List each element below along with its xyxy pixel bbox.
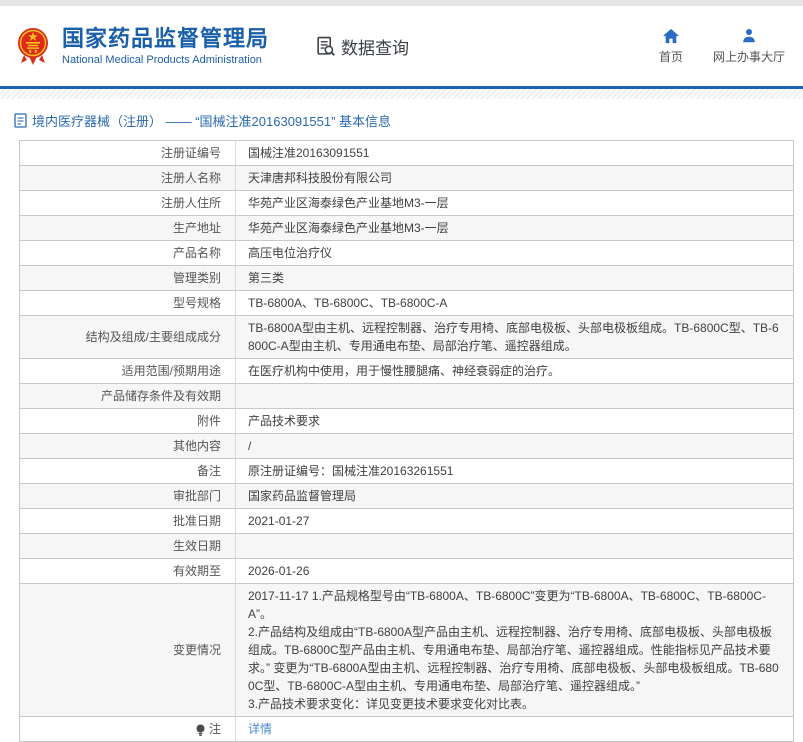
row-value: TB-6800A、TB-6800C、TB-6800C-A [235,291,793,315]
table-row-storage-conditions: 产品储存条件及有效期 [20,384,793,409]
agency-subtitle: National Medical Products Administration [62,54,269,67]
row-label: 管理类别 [20,266,235,290]
table-row-registrant-address: 注册人住所 华苑产业区海泰绿色产业基地M3-一层 [20,191,793,216]
table-row-production-address: 生产地址 华苑产业区海泰绿色产业基地M3-一层 [20,216,793,241]
site-header: 国家药品监督管理局 National Medical Products Admi… [0,6,803,86]
agency-title: 国家药品监督管理局 [62,26,269,51]
row-label: 注册证编号 [20,141,235,165]
row-value: TB-6800A型由主机、远程控制器、治疗专用椅、底部电极板、头部电极板组成。T… [235,316,793,358]
table-row-remarks: 备注 原注册证编号：国械注准20163261551 [20,459,793,484]
table-row-structure-composition: 结构及组成/主要组成成分 TB-6800A型由主机、远程控制器、治疗专用椅、底部… [20,316,793,359]
data-query-label: 数据查询 [341,34,409,59]
table-row-intended-use: 适用范围/预期用途 在医疗机构中使用，用于慢性腰腿痛、神经衰弱症的治疗。 [20,359,793,384]
row-label: 生效日期 [20,534,235,558]
row-label: 注册人住所 [20,191,235,215]
agency-title-block: 国家药品监督管理局 National Medical Products Admi… [62,26,269,67]
row-value: / [235,434,793,458]
row-value: 在医疗机构中使用，用于慢性腰腿痛、神经衰弱症的治疗。 [235,359,793,383]
table-row-attachment: 附件 产品技术要求 [20,409,793,434]
row-value: 原注册证编号：国械注准20163261551 [235,459,793,483]
main-content: 境内医疗器械（注册） —— “国械注准20163091551” 基本信息 注册证… [0,99,803,742]
breadcrumb-text: 境内医疗器械（注册） —— “国械注准20163091551” 基本信息 [32,111,391,130]
note-label: 注 [209,720,221,738]
table-row-other-content: 其他内容 / [20,434,793,459]
row-label: 注 [20,717,235,741]
row-value: 2026-01-26 [235,559,793,583]
row-label: 变更情况 [20,584,235,716]
row-label: 适用范围/预期用途 [20,359,235,383]
table-row-expiry-date: 有效期至 2026-01-26 [20,559,793,584]
data-query-entry[interactable]: 数据查询 [315,34,409,59]
row-label: 备注 [20,459,235,483]
nav-online-hall-label: 网上办事大厅 [713,48,785,65]
registration-info-table: 注册证编号 国械注准20163091551 注册人名称 天津唐邦科技股份有限公司… [19,140,794,742]
document-search-icon [315,36,336,57]
row-label: 注册人名称 [20,166,235,190]
table-row-model-spec: 型号规格 TB-6800A、TB-6800C、TB-6800C-A [20,291,793,316]
nav-home[interactable]: 首页 [659,28,683,65]
agency-logo: 国家药品监督管理局 National Medical Products Admi… [16,26,269,67]
row-label: 结构及组成/主要组成成分 [20,316,235,358]
nav-home-label: 首页 [659,48,683,65]
row-value: 详情 [235,717,793,741]
table-row-effective-date: 生效日期 [20,534,793,559]
decor-stripe-band [0,89,803,99]
row-value [235,534,793,558]
header-nav: 首页 网上办事大厅 [659,28,785,65]
row-value: 国械注准20163091551 [235,141,793,165]
row-label: 其他内容 [20,434,235,458]
row-label: 附件 [20,409,235,433]
table-row-approval-date: 批准日期 2021-01-27 [20,509,793,534]
row-label: 有效期至 [20,559,235,583]
row-label: 生产地址 [20,216,235,240]
row-label: 产品储存条件及有效期 [20,384,235,408]
row-value: 高压电位治疗仪 [235,241,793,265]
note-details-link[interactable]: 详情 [248,720,272,738]
breadcrumb: 境内医疗器械（注册） —— “国械注准20163091551” 基本信息 [14,107,794,138]
lightbulb-icon [195,724,206,737]
document-icon [14,113,27,128]
person-icon [741,28,757,44]
national-emblem-icon [16,27,50,65]
row-value: 天津唐邦科技股份有限公司 [235,166,793,190]
table-row-registration-number: 注册证编号 国械注准20163091551 [20,141,793,166]
row-label: 产品名称 [20,241,235,265]
table-row-note: 注 详情 [20,717,793,742]
row-value [235,384,793,408]
row-value: 第三类 [235,266,793,290]
home-icon [662,28,680,44]
table-row-change-history: 变更情况 2017-11-17 1.产品规格型号由“TB-6800A、TB-68… [20,584,793,717]
nav-online-hall[interactable]: 网上办事大厅 [713,28,785,65]
table-row-approval-department: 审批部门 国家药品监督管理局 [20,484,793,509]
row-label: 批准日期 [20,509,235,533]
row-value: 产品技术要求 [235,409,793,433]
row-value: 华苑产业区海泰绿色产业基地M3-一层 [235,216,793,240]
row-value: 2017-11-17 1.产品规格型号由“TB-6800A、TB-6800C”变… [235,584,793,716]
row-value: 国家药品监督管理局 [235,484,793,508]
table-row-product-name: 产品名称 高压电位治疗仪 [20,241,793,266]
table-row-management-class: 管理类别 第三类 [20,266,793,291]
row-value: 2021-01-27 [235,509,793,533]
row-value: 华苑产业区海泰绿色产业基地M3-一层 [235,191,793,215]
row-label: 审批部门 [20,484,235,508]
table-row-registrant-name: 注册人名称 天津唐邦科技股份有限公司 [20,166,793,191]
row-label: 型号规格 [20,291,235,315]
